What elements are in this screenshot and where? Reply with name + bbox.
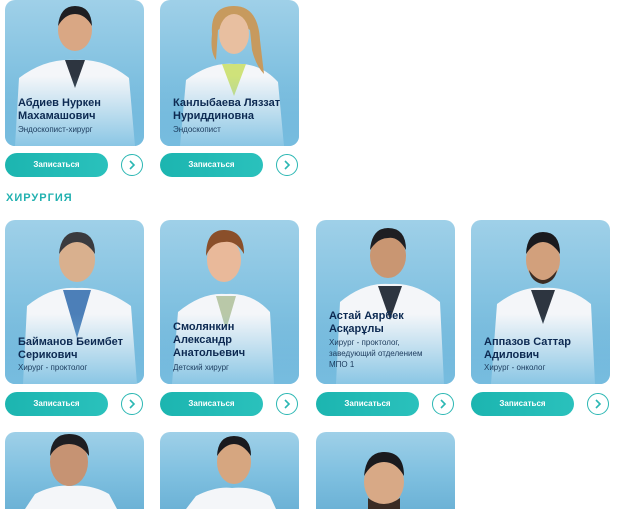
- book-button[interactable]: Записаться: [5, 392, 108, 416]
- section-title: ХИРУРГИЯ: [6, 192, 73, 204]
- book-button[interactable]: Записаться: [160, 392, 263, 416]
- doctor-photo: [364, 452, 404, 509]
- doctor-card[interactable]: Байманов Беимбет Серикович Хирург - прокт…: [5, 220, 144, 384]
- doctor-name: Канлыбаева Ляззат Нуриддиновна: [173, 97, 293, 123]
- book-button[interactable]: Записаться: [5, 153, 108, 177]
- chevron-right-icon: [595, 399, 602, 409]
- doctor-card[interactable]: [5, 432, 144, 509]
- doctor-name-line: Адилович: [484, 349, 540, 361]
- doctor-photo: [186, 436, 276, 509]
- doctor-name-line: Асқарұлы: [329, 323, 384, 335]
- doctor-card[interactable]: Канлыбаева Ляззат Нуриддиновна Эндоскопис…: [160, 0, 299, 146]
- details-button[interactable]: [121, 393, 143, 415]
- details-button[interactable]: [276, 393, 298, 415]
- doctor-name: Астай Аярбек Асқарұлы: [329, 310, 449, 336]
- doctor-role: Хирург - онколог: [484, 363, 546, 372]
- doctor-name-line: Канлыбаева Ляззат: [173, 97, 281, 109]
- details-button[interactable]: [276, 154, 298, 176]
- doctor-card[interactable]: Астай Аярбек Асқарұлы Хирург - проктолог,…: [316, 220, 455, 384]
- doctor-name-line: Астай Аярбек: [329, 310, 404, 322]
- chevron-right-icon: [284, 160, 291, 170]
- doctor-name-line: Серикович: [18, 349, 78, 361]
- chevron-right-icon: [129, 399, 136, 409]
- doctor-role: Детский хирург: [173, 363, 229, 372]
- doctor-name: Абдиев Нуркен Махамашович: [18, 97, 138, 123]
- chevron-right-icon: [440, 399, 447, 409]
- doctor-role: Хирург - проктолог, заведующий отделением…: [329, 337, 449, 370]
- doctor-card[interactable]: Аппазов Саттар Адилович Хирург - онколог: [471, 220, 610, 384]
- doctor-card[interactable]: [160, 432, 299, 509]
- book-button[interactable]: Записаться: [471, 392, 574, 416]
- doctor-role-line: Хирург - проктолог,: [329, 338, 400, 347]
- doctor-card[interactable]: [316, 432, 455, 509]
- details-button[interactable]: [587, 393, 609, 415]
- doctor-name-line: Александр: [173, 334, 232, 346]
- doctor-role-line: заведующий отделением: [329, 349, 423, 358]
- doctor-card[interactable]: Смолянкин Александр Анатольевич Детский хи…: [160, 220, 299, 384]
- doctor-role: Эндоскопист-хирург: [18, 125, 93, 134]
- doctor-name-line: Анатольевич: [173, 347, 246, 359]
- doctor-name: Байманов Беимбет Серикович: [18, 336, 138, 362]
- doctor-name: Аппазов Саттар Адилович: [484, 336, 604, 362]
- doctor-name: Смолянкин Александр Анатольевич: [173, 321, 293, 360]
- doctor-role: Хирург - проктолог: [18, 363, 88, 372]
- chevron-right-icon: [129, 160, 136, 170]
- doctor-name-line: Абдиев Нуркен: [18, 97, 101, 109]
- doctor-name-line: Байманов Беимбет: [18, 336, 124, 348]
- doctor-name-line: Смолянкин: [173, 321, 235, 333]
- doctor-name-line: Аппазов Саттар: [484, 336, 572, 348]
- chevron-right-icon: [284, 399, 291, 409]
- doctor-role-line: МПО 1: [329, 360, 355, 369]
- doctor-card[interactable]: Абдиев Нуркен Махамашович Эндоскопист-хир…: [5, 0, 144, 146]
- details-button[interactable]: [432, 393, 454, 415]
- doctor-name-line: Махамашович: [18, 110, 96, 122]
- doctor-role: Эндоскопист: [173, 125, 221, 134]
- doctor-photo: [25, 434, 117, 509]
- book-button[interactable]: Записаться: [316, 392, 419, 416]
- doctor-name-line: Нуриддиновна: [173, 110, 255, 122]
- book-button[interactable]: Записаться: [160, 153, 263, 177]
- details-button[interactable]: [121, 154, 143, 176]
